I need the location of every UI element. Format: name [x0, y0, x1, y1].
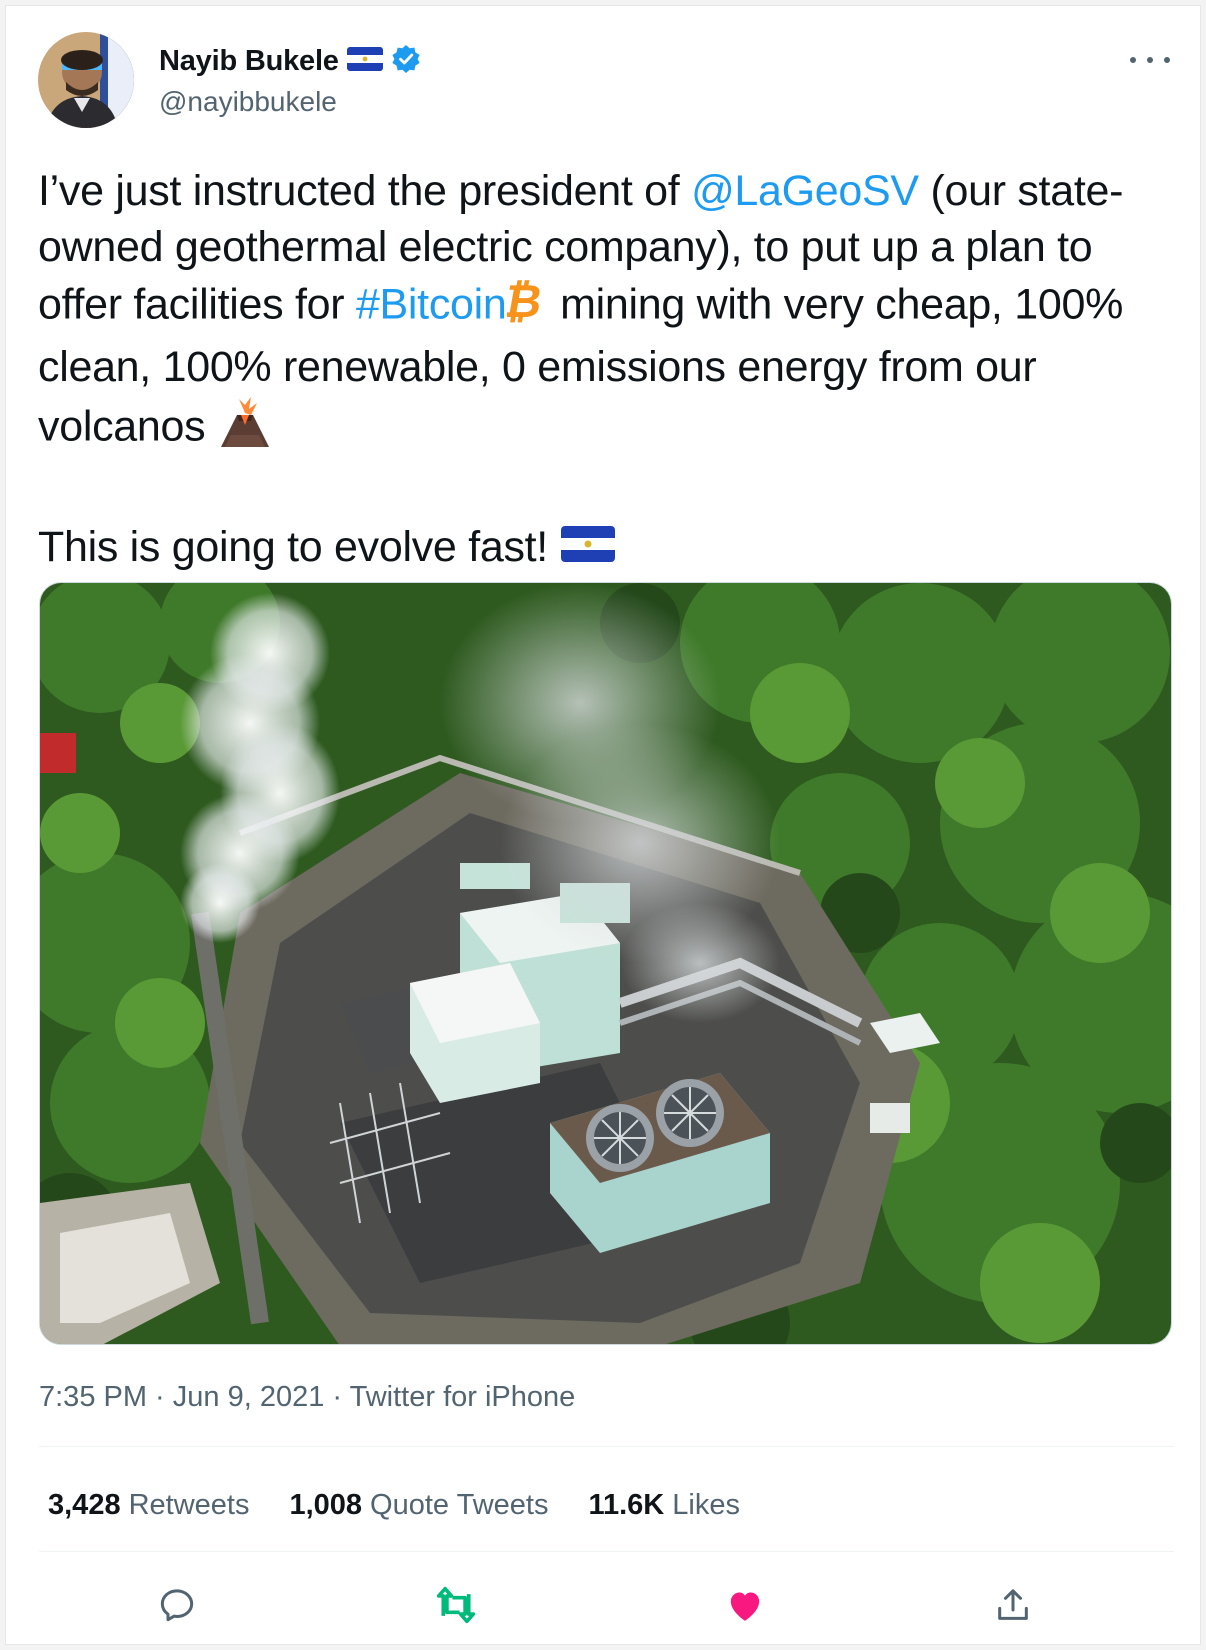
- tweet-time[interactable]: 7:35 PM: [39, 1381, 147, 1413]
- meta-separator: ·: [324, 1381, 350, 1413]
- like-icon[interactable]: [719, 1579, 771, 1631]
- bitcoin-icon: ₿: [499, 274, 549, 339]
- tweet-paragraph-2: This is going to evolve fast!: [38, 519, 1178, 578]
- svg-text:₿: ₿: [507, 275, 546, 325]
- avatar[interactable]: [38, 32, 134, 128]
- tweet-photo[interactable]: [39, 582, 1172, 1345]
- meta-separator: ·: [147, 1381, 173, 1413]
- tweet-text-segment: I’ve just instructed the president of: [38, 167, 692, 215]
- share-icon[interactable]: [987, 1579, 1039, 1631]
- quote-tweets-count: 1,008: [289, 1489, 363, 1521]
- likes-count: 11.6K: [588, 1489, 665, 1521]
- volcano-icon: [217, 395, 273, 463]
- author-name[interactable]: Nayib Bukele: [159, 45, 339, 78]
- retweets-label: Retweets: [128, 1489, 250, 1521]
- author-row: Nayib Bukele: [159, 44, 421, 79]
- divider: [39, 1551, 1174, 1552]
- quote-tweets-label: Quote Tweets: [370, 1489, 549, 1521]
- hashtag-link[interactable]: #Bitcoin: [356, 280, 507, 328]
- author-handle[interactable]: @nayibbukele: [159, 86, 337, 118]
- likes-stat[interactable]: 11.6K Likes: [588, 1489, 740, 1522]
- action-bar: [39, 1579, 1174, 1631]
- likes-label: Likes: [672, 1489, 740, 1521]
- tweet-source[interactable]: Twitter for iPhone: [350, 1381, 576, 1413]
- retweets-count: 3,428: [48, 1489, 121, 1521]
- tweet-date[interactable]: Jun 9, 2021: [173, 1381, 325, 1413]
- quote-tweets-stat[interactable]: 1,008 Quote Tweets: [289, 1489, 548, 1522]
- retweet-icon[interactable]: [430, 1579, 482, 1631]
- retweets-stat[interactable]: 3,428 Retweets: [48, 1489, 249, 1522]
- el-salvador-flag-icon: [346, 47, 383, 76]
- mention-link[interactable]: @LaGeoSV: [691, 167, 919, 215]
- tweet-paragraph-1: I’ve just instructed the president of @L…: [38, 163, 1178, 463]
- reply-icon[interactable]: [151, 1579, 203, 1631]
- tweet-text: I’ve just instructed the president of @L…: [38, 163, 1178, 578]
- tweet-text-segment: This is going to evolve fast!: [38, 523, 560, 571]
- el-salvador-flag-emoji: [560, 522, 616, 578]
- divider: [39, 1446, 1174, 1447]
- more-icon[interactable]: [1130, 50, 1170, 70]
- tweet-stats: 3,428 Retweets 1,008 Quote Tweets 11.6K …: [48, 1489, 740, 1522]
- tweet-card: Nayib Bukele @nayibbukele I’ve just inst…: [5, 5, 1201, 1645]
- verified-icon: [391, 44, 421, 79]
- tweet-meta: 7:35 PM · Jun 9, 2021 · Twitter for iPho…: [39, 1381, 575, 1414]
